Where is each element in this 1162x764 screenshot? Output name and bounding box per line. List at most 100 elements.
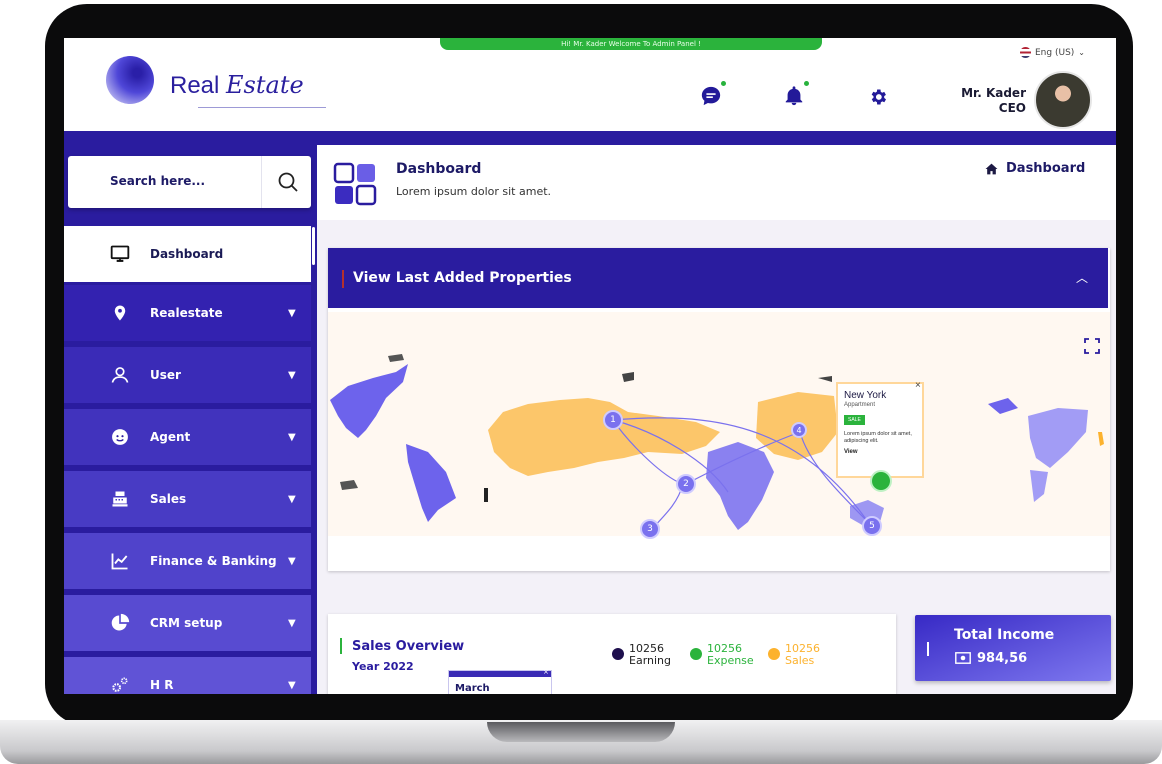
map-pin-icon [110,303,130,323]
sidebar-item-realestate[interactable]: Realestate ▼ [64,285,311,341]
bell-icon[interactable] [783,85,805,107]
map-pin[interactable]: 3 [640,519,660,539]
status-badge: SALE [844,415,865,425]
chevron-down-icon: ▼ [288,617,296,629]
month-dropdown[interactable]: × March [448,668,552,694]
search-icon[interactable] [276,170,300,194]
chevron-down-icon: ▼ [288,307,296,319]
gear-icon[interactable] [868,87,888,107]
home-icon [985,163,998,174]
sidebar-item-label: User [150,368,181,382]
search-divider [261,156,262,208]
chart-line-icon [110,551,130,571]
title-accent [342,270,344,288]
user-name: Mr. Kader [961,86,1026,100]
popup-type: Appartment [844,402,876,408]
map-pin[interactable]: 5 [862,516,882,536]
breadcrumb[interactable]: Dashboard [985,161,1085,176]
properties-card: View Last Added Properties ︿ 1 2 3 4 5 ×… [328,248,1110,571]
breadcrumb-label: Dashboard [1006,161,1086,176]
legend-earning: 10256 Earning [612,643,671,667]
building-pin-icon[interactable] [870,470,892,492]
sidebar-item-agent[interactable]: Agent ▼ [64,409,311,465]
sidebar-item-label: CRM setup [150,616,223,630]
title-accent [927,642,929,656]
sidebar-item-dashboard[interactable]: Dashboard [64,226,311,282]
search-input[interactable]: Search here... [110,174,205,188]
sales-year[interactable]: Year 2022 [352,660,414,673]
page-header: Dashboard Lorem ipsum dolor sit amet. Da… [317,145,1116,220]
collapse-icon[interactable]: ︿ [1076,269,1088,286]
world-map[interactable]: 1 2 3 4 5 × New York Appartment SALE Lor… [328,312,1110,539]
legend-text: 10256 Sales [785,643,820,667]
world-map-graphic [330,354,1104,532]
agent-icon [110,427,130,447]
dashboard-grid-icon [333,162,377,206]
total-income-value: 984,56 [977,651,1028,666]
sidebar-item-hr[interactable]: H R ▼ [64,657,311,694]
chevron-down-icon: ▼ [288,493,296,505]
legend-dot [768,648,780,660]
sidebar-scrollbar[interactable] [312,227,315,265]
fullscreen-icon[interactable] [1084,338,1100,354]
sidebar-item-label: H R [150,678,174,692]
user-role: CEO [998,101,1026,115]
us-flag-icon [1020,47,1031,58]
logo-underline [198,107,326,108]
language-selector[interactable]: Eng (US) ⌄ [1020,47,1085,58]
chevron-down-icon: ▼ [288,555,296,567]
monitor-icon [110,244,130,264]
money-icon [955,652,971,664]
total-income-title: Total Income [954,627,1055,643]
sales-overview-title: Sales Overview [352,639,465,654]
sidebar-item-label: Sales [150,492,187,506]
map-pin[interactable]: 1 [603,410,623,430]
legend-dot [612,648,624,660]
total-income-card: Total Income 984,56 [915,615,1111,681]
sidebar: Search here... Dashboard Realestate ▼ Us… [64,131,317,694]
close-icon[interactable]: × [543,668,549,676]
sidebar-item-label: Dashboard [150,247,224,261]
admin-screen: Real Estate Eng (US) ⌄ Mr. Kader CEO Hi!… [64,38,1116,694]
logo-text[interactable]: Real Estate [170,71,304,100]
chat-notification-dot [721,81,726,86]
legend-dot [690,648,702,660]
map-pin[interactable]: 2 [676,474,696,494]
legend-text: 10256 Earning [629,643,671,667]
legend-label: Sales [785,654,815,667]
gears-icon [110,675,130,694]
popup-view-link[interactable]: View [844,449,916,455]
legend-text: 10256 Expense [707,643,754,667]
search-box[interactable]: Search here... [68,156,311,208]
close-icon[interactable]: × [915,380,921,391]
sidebar-item-label: Finance & Banking [150,554,277,568]
sidebar-item-label: Realestate [150,306,223,320]
properties-card-header[interactable]: View Last Added Properties ︿ [328,248,1108,308]
logo-word-real: Real [170,72,220,99]
legend-sales: 10256 Sales [768,643,820,667]
legend-expense: 10256 Expense [690,643,754,667]
sidebar-item-sales[interactable]: Sales ▼ [64,471,311,527]
avatar[interactable] [1034,71,1092,129]
popup-description: Lorem ipsum dolor sit amet, adipiscing e… [844,431,912,444]
month-label: March [455,683,490,694]
properties-card-title: View Last Added Properties [353,270,572,286]
chat-icon[interactable] [700,85,722,107]
sidebar-item-user[interactable]: User ▼ [64,347,311,403]
cash-register-icon [110,489,130,509]
logo-word-estate: Estate [226,71,304,99]
sidebar-item-finance-banking[interactable]: Finance & Banking ▼ [64,533,311,589]
map-pin[interactable]: 4 [791,422,807,438]
chevron-down-icon: ⌄ [1078,48,1085,57]
sidebar-item-crm-setup[interactable]: CRM setup ▼ [64,595,311,651]
laptop-notch [487,722,675,742]
title-accent [340,638,342,654]
page-title: Dashboard [396,161,482,177]
popup-city: New York [844,390,887,401]
welcome-banner: Hi! Mr. Kader Welcome To Admin Panel ! [440,38,822,50]
sales-overview-card: Sales Overview Year 2022 10256 Earning 10… [328,614,896,694]
chevron-down-icon: ▼ [288,369,296,381]
property-popup: × New York Appartment SALE Lorem ipsum d… [836,380,924,478]
page-subtitle: Lorem ipsum dolor sit amet. [396,185,552,198]
logo-icon [106,56,154,104]
